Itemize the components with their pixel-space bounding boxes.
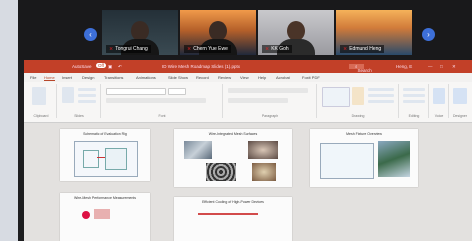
autosave-label: AutoSave	[72, 64, 92, 69]
participant-name: ⨯ KK Goh	[262, 45, 292, 53]
tab-animations[interactable]: Animations	[136, 75, 156, 80]
section-button[interactable]	[78, 100, 96, 103]
participant-name: ⨯ Edmund Heng	[340, 45, 385, 53]
ribbon-group-designer: Designer	[450, 84, 470, 118]
tab-design[interactable]: Design	[82, 75, 94, 80]
participant-tile[interactable]: ⨯ Tongrui Chang	[102, 10, 178, 55]
measurement-graphic	[82, 211, 90, 219]
zoom-gallery-strip: ‹ ⨯ Tongrui Chang ⨯ Chern Yue Ewe ⨯ KK Goh …	[18, 0, 472, 60]
tab-slide-show[interactable]: Slide Show	[168, 75, 188, 80]
font-name-select[interactable]	[106, 88, 166, 95]
fixture-photo	[378, 141, 410, 177]
shapes-gallery[interactable]	[322, 87, 350, 107]
minimize-icon[interactable]: —	[428, 64, 433, 69]
undo-icon[interactable]: ↶	[118, 64, 122, 70]
dictate-button[interactable]	[433, 88, 445, 104]
slide-thumbnail[interactable]: Mesh Fixture Overview	[310, 129, 418, 187]
monitor-bezel	[0, 0, 18, 241]
arrange-button[interactable]	[352, 87, 364, 105]
ribbon-group-font: Font	[102, 84, 223, 118]
shape-fill-button[interactable]	[368, 88, 394, 91]
list-buttons[interactable]	[228, 88, 308, 93]
document-title: ID Wire Mesh Roadmap Slides (1).pptx	[162, 64, 241, 69]
powerpoint-window: AutoSave Off ▣ ↶ ID Wire Mesh Roadmap Sl…	[24, 60, 472, 241]
tab-review[interactable]: Review	[218, 75, 231, 80]
tab-insert[interactable]: Insert	[62, 75, 72, 80]
tab-view[interactable]: View	[240, 75, 249, 80]
measurement-graphic	[94, 209, 110, 219]
ribbon-tabs: File Home Insert Design Transitions Anim…	[24, 73, 472, 82]
slide-thumbnail[interactable]: Efficient Cooling of High-Power Devices	[174, 197, 292, 241]
font-format-buttons[interactable]	[106, 98, 206, 103]
muted-mic-icon: ⨯	[109, 46, 114, 52]
chevron-right-icon: ›	[427, 30, 430, 39]
rig-schematic	[74, 141, 138, 177]
tab-file[interactable]: File	[30, 75, 36, 80]
mesh-photo	[252, 163, 276, 181]
tab-transitions[interactable]: Transitions	[104, 75, 123, 80]
alignment-buttons[interactable]	[228, 98, 288, 103]
find-button[interactable]	[403, 88, 425, 91]
monitor-screen: ‹ ⨯ Tongrui Chang ⨯ Chern Yue Ewe ⨯ KK Goh …	[18, 0, 472, 241]
tab-foxit-pdf[interactable]: Foxit PDF	[302, 75, 320, 80]
ribbon-group-editing: Editing	[400, 84, 429, 118]
font-size-select[interactable]	[168, 88, 186, 95]
ribbon-group-drawing: Drawing	[318, 84, 399, 118]
close-icon[interactable]: ✕	[452, 64, 456, 70]
replace-button[interactable]	[403, 94, 425, 97]
paste-button[interactable]	[32, 87, 46, 105]
participant-tile[interactable]: ⨯ Chern Yue Ewe	[180, 10, 256, 55]
search-box[interactable]: ⌕ Search	[349, 64, 372, 73]
muted-mic-icon: ⨯	[187, 46, 192, 52]
muted-mic-icon: ⨯	[343, 46, 348, 52]
reset-button[interactable]	[78, 94, 96, 97]
user-name: Heng, E	[396, 64, 413, 69]
slide-thumbnail[interactable]: Wire-Mesh Performance Measurements	[60, 193, 150, 241]
shape-effects-button[interactable]	[368, 100, 394, 103]
participant-name: ⨯ Chern Yue Ewe	[184, 45, 231, 53]
participant-tile[interactable]: ⨯ KK Goh	[258, 10, 334, 55]
select-button[interactable]	[403, 100, 425, 103]
mesh-photo	[206, 163, 236, 181]
participant-name: ⨯ Tongrui Chang	[106, 45, 151, 53]
chevron-left-icon: ‹	[89, 30, 92, 39]
participant-tile[interactable]: ⨯ Edmund Heng	[336, 10, 412, 55]
new-slide-button[interactable]	[62, 87, 74, 103]
prev-page-button[interactable]: ‹	[84, 28, 97, 41]
save-icon[interactable]: ▣	[108, 64, 112, 70]
ribbon-group-paragraph: Paragraph	[224, 84, 317, 118]
shape-outline-button[interactable]	[368, 94, 394, 97]
accent-line	[198, 213, 258, 215]
muted-mic-icon: ⨯	[265, 46, 270, 52]
tab-home[interactable]: Home	[44, 75, 55, 81]
mesh-photo	[248, 141, 278, 159]
next-page-button[interactable]: ›	[422, 28, 435, 41]
maximize-icon[interactable]: □	[440, 64, 443, 69]
tab-record[interactable]: Record	[196, 75, 209, 80]
ribbon-group-clipboard: Clipboard	[26, 84, 57, 118]
slide-thumbnail[interactable]: Wire-Integrated Mesh Surfaces	[174, 129, 292, 187]
slide-sorter: Schematic of Evaluation Rig Wire-Integra…	[24, 123, 472, 241]
tab-acrobat[interactable]: Acrobat	[276, 75, 290, 80]
layout-button[interactable]	[78, 88, 96, 91]
mesh-photo	[184, 141, 212, 159]
ribbon-group-slides: Slides	[58, 84, 101, 118]
design-ideas-button[interactable]	[453, 88, 467, 104]
tab-help[interactable]: Help	[258, 75, 266, 80]
autosave-toggle[interactable]: Off	[96, 63, 106, 68]
ribbon-group-voice: Voice	[430, 84, 449, 118]
slide-thumbnail[interactable]: Schematic of Evaluation Rig	[60, 129, 150, 181]
title-bar: AutoSave Off ▣ ↶ ID Wire Mesh Roadmap Sl…	[24, 60, 472, 73]
ribbon: Clipboard Slides Font Paragraph Drawing …	[24, 82, 472, 123]
fixture-drawing	[320, 143, 374, 179]
